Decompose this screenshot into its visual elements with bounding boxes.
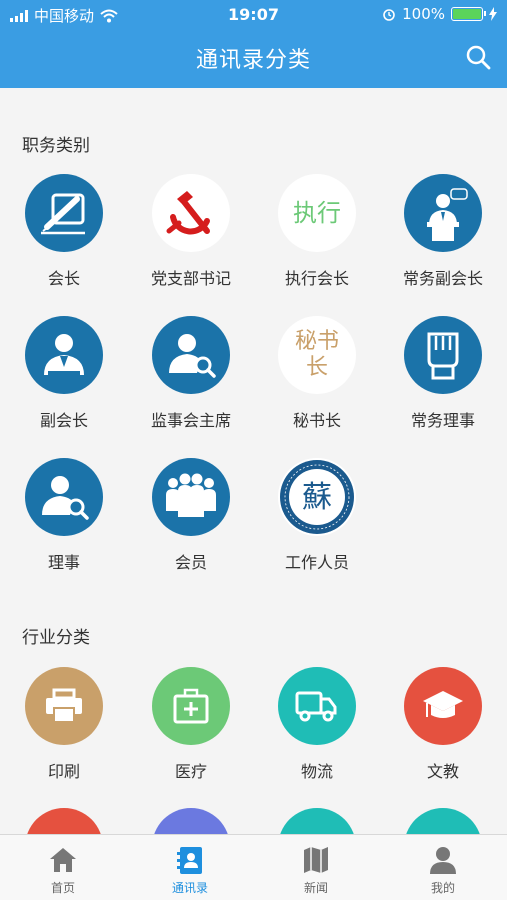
position-item-supervisor-chair[interactable]: 监事会主席 bbox=[128, 316, 254, 431]
executive-text-icon: 执行 bbox=[278, 174, 356, 252]
position-item-executive-president[interactable]: 执行 执行会长 bbox=[254, 174, 380, 289]
alarm-icon bbox=[383, 9, 395, 21]
tab-bar: 首页 通讯录 新闻 我的 bbox=[0, 834, 507, 900]
tab-contacts[interactable]: 通讯录 bbox=[127, 835, 253, 900]
top-bar: 中国移动 19:07 100% 通讯录分类 bbox=[0, 0, 507, 88]
industry-label: 医疗 bbox=[174, 762, 207, 781]
position-label: 工作人员 bbox=[284, 553, 349, 572]
industry-label: 文教 bbox=[426, 762, 459, 781]
tab-home[interactable]: 首页 bbox=[0, 835, 126, 900]
tab-label: 首页 bbox=[50, 881, 75, 895]
section-title-positions: 职务类别 bbox=[22, 136, 90, 156]
tab-me[interactable]: 我的 bbox=[380, 835, 506, 900]
position-item-staff[interactable]: 蘇 工作人员 bbox=[254, 458, 380, 573]
position-label: 常务理事 bbox=[410, 411, 475, 430]
hammer-sickle-icon bbox=[152, 174, 230, 252]
position-item-director[interactable]: 理事 bbox=[1, 458, 127, 573]
search-icon[interactable] bbox=[465, 44, 491, 70]
chamber-seal-icon: 蘇 bbox=[278, 458, 356, 536]
person-magnifier-icon bbox=[25, 458, 103, 536]
industry-item-logistics[interactable]: 物流 bbox=[254, 667, 380, 782]
industry-label: 印刷 bbox=[47, 762, 80, 781]
truck-icon bbox=[278, 667, 356, 745]
position-label: 党支部书记 bbox=[150, 269, 231, 288]
tab-label: 通讯录 bbox=[171, 881, 208, 895]
page-title: 通讯录分类 bbox=[195, 48, 311, 73]
home-icon bbox=[50, 848, 76, 872]
tab-label: 新闻 bbox=[303, 881, 328, 895]
person-suit-icon bbox=[25, 316, 103, 394]
section-title-industries: 行业分类 bbox=[22, 628, 90, 648]
position-label: 副会长 bbox=[39, 411, 88, 430]
user-icon bbox=[430, 847, 456, 874]
secretary-text-icon: 秘书长 bbox=[278, 316, 356, 394]
speaker-podium-icon bbox=[404, 174, 482, 252]
position-item-member[interactable]: 会员 bbox=[128, 458, 254, 573]
position-item-vice-president[interactable]: 副会长 bbox=[1, 316, 127, 431]
position-label: 会长 bbox=[47, 269, 80, 288]
tab-news[interactable]: 新闻 bbox=[253, 835, 379, 900]
industry-item-medical[interactable]: 医疗 bbox=[128, 667, 254, 782]
position-item-standing-director[interactable]: 常务理事 bbox=[380, 316, 506, 431]
printer-icon bbox=[25, 667, 103, 745]
position-item-standing-vice-president[interactable]: 常务副会长 bbox=[380, 174, 506, 289]
industry-label: 物流 bbox=[300, 762, 333, 781]
position-label: 监事会主席 bbox=[150, 411, 231, 430]
position-label: 秘书长 bbox=[292, 411, 341, 430]
news-map-icon bbox=[304, 847, 328, 873]
pen-signature-icon bbox=[25, 174, 103, 252]
position-item-president[interactable]: 会长 bbox=[1, 174, 127, 289]
group-people-icon bbox=[152, 458, 230, 536]
status-bar: 中国移动 19:07 100% bbox=[0, 0, 507, 30]
person-magnifier-icon bbox=[152, 316, 230, 394]
industry-item-education[interactable]: 文教 bbox=[380, 667, 506, 782]
battery-percent: 100% bbox=[402, 5, 445, 23]
graduation-cap-icon bbox=[404, 667, 482, 745]
tab-label: 我的 bbox=[430, 881, 455, 895]
position-label: 会员 bbox=[174, 553, 207, 572]
position-item-secretary-general[interactable]: 秘书长 秘书长 bbox=[254, 316, 380, 431]
industry-item-printing[interactable]: 印刷 bbox=[1, 667, 127, 782]
medical-kit-icon bbox=[152, 667, 230, 745]
svg-text:蘇: 蘇 bbox=[302, 480, 332, 515]
battery-icon bbox=[451, 7, 486, 21]
raised-fist-icon bbox=[404, 316, 482, 394]
position-item-party-secretary[interactable]: 党支部书记 bbox=[128, 174, 254, 289]
charging-icon bbox=[489, 7, 497, 21]
position-label: 执行会长 bbox=[284, 269, 349, 288]
contacts-book-icon bbox=[177, 847, 202, 874]
position-label: 常务副会长 bbox=[402, 269, 483, 288]
position-label: 理事 bbox=[47, 553, 80, 572]
